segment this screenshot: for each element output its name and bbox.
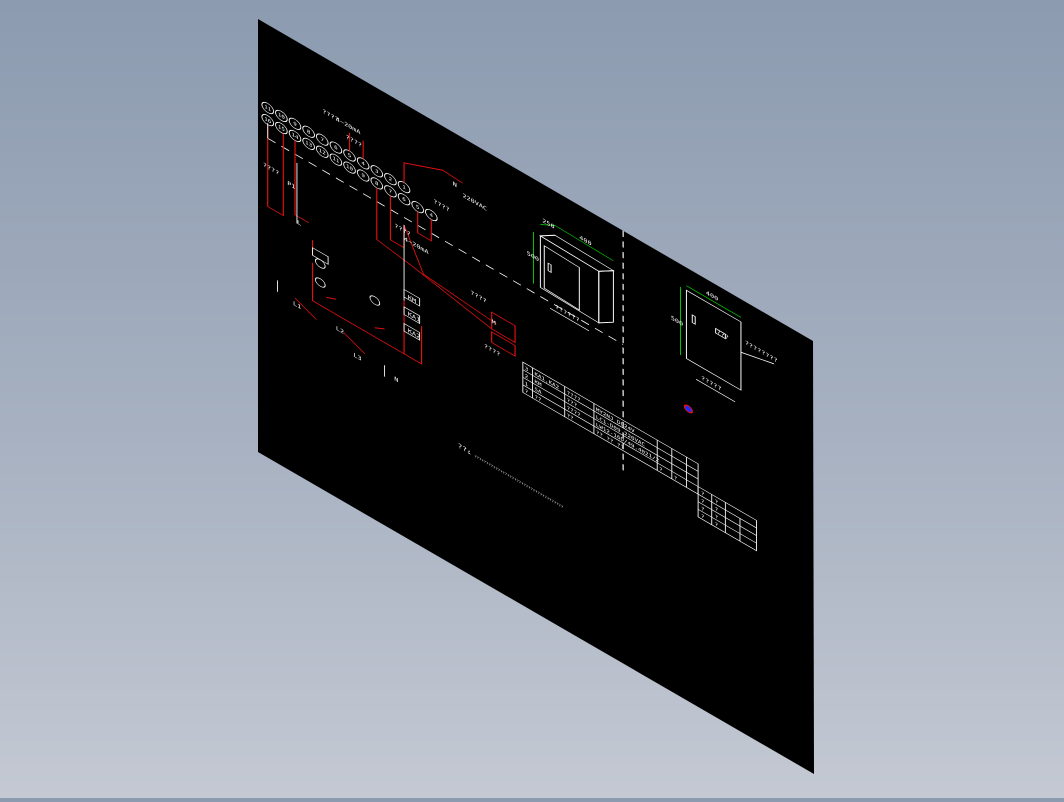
cad-canvas[interactable]: 11 10 9 8 7 6 5 4 3 2 1 16 15 14 13 12 1… (0, 0, 1064, 798)
cad-viewport[interactable]: 11 10 9 8 7 6 5 4 3 2 1 16 15 14 13 12 1… (0, 0, 1064, 798)
